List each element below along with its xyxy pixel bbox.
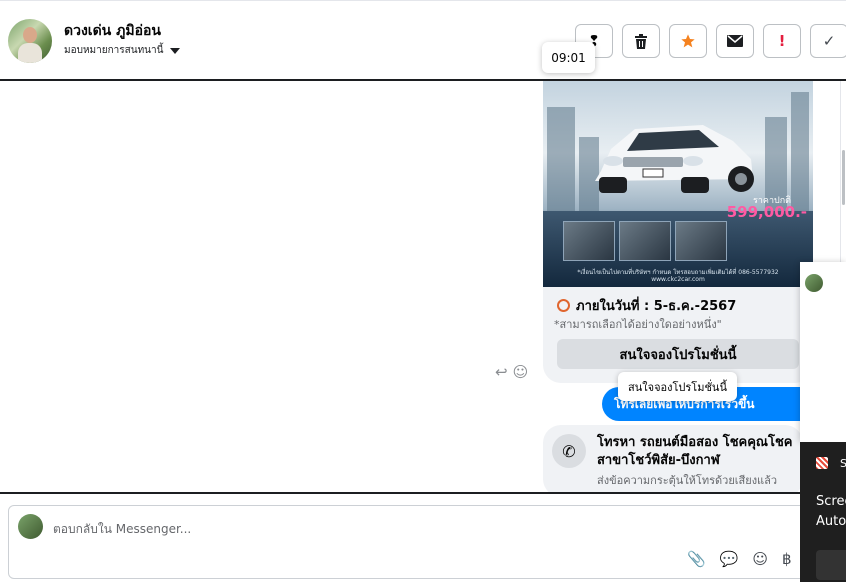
- building-shape: [791, 92, 809, 217]
- phone-icon: ✆: [552, 434, 586, 468]
- call-subtitle: ส่งข้อความกระตุ้นให้โทรด้วยเสียงแล้ว: [597, 474, 778, 487]
- user-name[interactable]: ดวงเด่น ภูมิอ่อน: [64, 20, 161, 42]
- thumbnail: [619, 221, 671, 261]
- message-thread[interactable]: ราคาปกติ 599,000.- *เงื่อนไขเป็นไปตามที่…: [0, 81, 840, 494]
- app-icon: [816, 457, 828, 469]
- page-avatar: [18, 514, 43, 539]
- assign-conversation-dropdown[interactable]: มอบหมายการสนทนานี้: [64, 43, 181, 58]
- cta-tooltip: สนใจจองโปรโมชั่นนี้: [618, 372, 737, 401]
- promo-website: www.ckc2car.com: [651, 276, 705, 283]
- call-title: โทรหา รถยนต์มือสอง โชคคุณโชค สาขาโชว์พิส…: [597, 435, 793, 468]
- spam-icon: !: [778, 32, 786, 50]
- building-shape: [547, 107, 575, 217]
- mail-icon: [727, 35, 743, 47]
- mark-unread-button[interactable]: [716, 24, 754, 58]
- reply-input-placeholder[interactable]: ตอบกลับใน Messenger...: [53, 520, 191, 539]
- conversation-header: ดวงเด่น ภูมิอ่อน มอบหมายการสนทนานี้ ❢ ! …: [0, 0, 846, 81]
- side-chat-preview[interactable]: [800, 262, 846, 442]
- payment-icon[interactable]: ฿: [782, 550, 792, 568]
- reply-icon[interactable]: ↩: [495, 363, 508, 381]
- reply-composer[interactable]: ตอบกลับใน Messenger... 📎 💬 ☺ ฿: [8, 505, 808, 579]
- emoji-icon[interactable]: ☺: [752, 550, 768, 568]
- scrollbar-thumb[interactable]: [842, 150, 845, 205]
- promo-deadline: ภายในวันที่ : 5-ธ.ค.-2567: [557, 295, 736, 316]
- attachment-icon[interactable]: 📎: [687, 550, 706, 568]
- notification-body: Auto: [816, 514, 846, 529]
- notification-title: Scree: [816, 494, 846, 509]
- book-promo-button[interactable]: สนใจจองโปรโมชั่นนี้: [557, 339, 799, 369]
- assign-label: มอบหมายการสนทนานี้: [64, 45, 164, 56]
- preview-avatar: [805, 274, 823, 292]
- trash-icon: [635, 33, 647, 49]
- price-value: 599,000.-: [726, 203, 807, 221]
- promo-note: *สามารถเลือกได้อย่างใดอย่างหนึ่ง": [554, 318, 722, 331]
- interior-thumbnails: [563, 221, 727, 261]
- star-button[interactable]: [669, 24, 707, 58]
- time-tooltip: 09:01: [542, 42, 595, 73]
- car-illustration: [595, 125, 754, 193]
- thumbnail: [675, 221, 727, 261]
- spam-button[interactable]: !: [763, 24, 801, 58]
- conversation-toolbar: ❢ ! ✓: [575, 24, 846, 58]
- avatar-face: [23, 27, 37, 43]
- done-button[interactable]: ✓: [810, 24, 846, 58]
- user-avatar[interactable]: [8, 19, 52, 63]
- promo-image[interactable]: ราคาปกติ 599,000.- *เงื่อนไขเป็นไปตามที่…: [543, 81, 813, 287]
- divider: [0, 492, 846, 494]
- avatar-body: [18, 43, 42, 63]
- composer-actions: 📎 💬 ☺ ฿: [687, 550, 792, 568]
- promo-message-card: ราคาปกติ 599,000.- *เงื่อนไขเป็นไปตามที่…: [543, 81, 813, 383]
- stopwatch-icon: [557, 299, 570, 312]
- thumbnail: [563, 221, 615, 261]
- notification-app-letter: S: [840, 457, 846, 470]
- star-icon: [681, 34, 695, 48]
- check-icon: ✓: [822, 32, 836, 50]
- call-prompt-card[interactable]: ✆ โทรหา รถยนต์มือสอง โชคคุณโชค สาขาโชว์พ…: [543, 425, 803, 494]
- deadline-text: ภายในวันที่ : 5-ธ.ค.-2567: [576, 299, 737, 314]
- emoji-reaction-icon[interactable]: ☺: [513, 363, 529, 381]
- message-actions: ↩ ☺: [495, 363, 528, 381]
- delete-button[interactable]: [622, 24, 660, 58]
- saved-reply-icon[interactable]: 💬: [720, 550, 739, 568]
- notification-action-button[interactable]: [816, 550, 846, 580]
- system-notification[interactable]: S Scree Auto: [800, 442, 846, 582]
- chevron-down-icon: [170, 47, 181, 54]
